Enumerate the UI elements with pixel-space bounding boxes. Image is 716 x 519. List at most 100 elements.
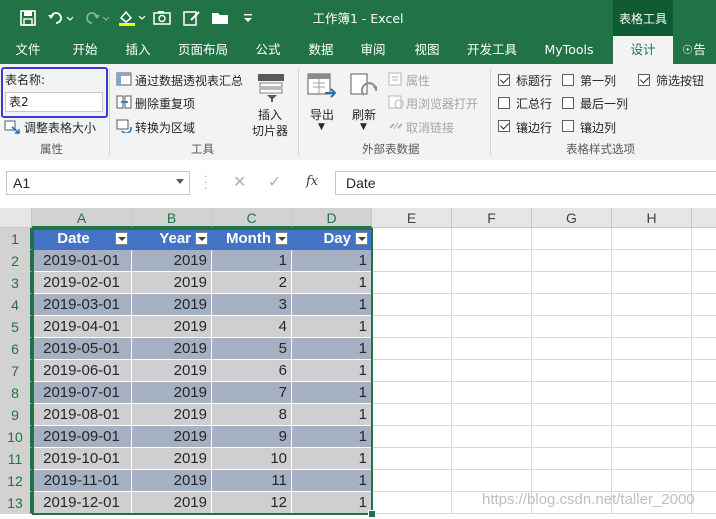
row-header[interactable]: 6 bbox=[0, 338, 32, 360]
table-cell-day[interactable]: 1 bbox=[292, 492, 372, 514]
row-header[interactable]: 4 bbox=[0, 294, 32, 316]
table-cell-day[interactable]: 1 bbox=[292, 448, 372, 470]
empty-cell[interactable] bbox=[372, 404, 452, 426]
empty-cell[interactable] bbox=[452, 404, 532, 426]
empty-cell[interactable] bbox=[532, 360, 612, 382]
empty-cell[interactable] bbox=[452, 426, 532, 448]
total-row-checkbox[interactable] bbox=[498, 97, 510, 109]
column-header-partial[interactable] bbox=[692, 208, 716, 228]
empty-cell[interactable] bbox=[452, 338, 532, 360]
empty-cell[interactable] bbox=[692, 272, 716, 294]
empty-cell[interactable] bbox=[692, 404, 716, 426]
unlink-button[interactable]: 取消链接 bbox=[406, 119, 454, 136]
empty-cell[interactable] bbox=[532, 294, 612, 316]
empty-cell[interactable] bbox=[372, 382, 452, 404]
resize-table-button[interactable]: 调整表格大小 bbox=[24, 119, 96, 136]
table-cell-date[interactable]: 2019-04-01 bbox=[32, 316, 132, 338]
empty-cell[interactable] bbox=[532, 382, 612, 404]
row-header[interactable]: 1 bbox=[0, 228, 32, 250]
filter-dropdown-icon[interactable] bbox=[195, 232, 208, 245]
table-cell-date[interactable]: 2019-03-01 bbox=[32, 294, 132, 316]
empty-cell[interactable] bbox=[532, 448, 612, 470]
empty-cell[interactable] bbox=[372, 228, 452, 250]
tab-file[interactable]: 文件 bbox=[4, 36, 52, 64]
table-cell-year[interactable]: 2019 bbox=[132, 492, 212, 514]
empty-cell[interactable] bbox=[532, 338, 612, 360]
table-header-month[interactable]: Month bbox=[212, 228, 292, 250]
filter-dropdown-icon[interactable] bbox=[115, 232, 128, 245]
table-cell-date[interactable]: 2019-01-01 bbox=[32, 250, 132, 272]
empty-cell[interactable] bbox=[692, 426, 716, 448]
empty-cell[interactable] bbox=[692, 382, 716, 404]
open-in-browser-button[interactable]: 用浏览器打开 bbox=[406, 95, 478, 112]
row-header[interactable]: 2 bbox=[0, 250, 32, 272]
table-header-day[interactable]: Day bbox=[292, 228, 372, 250]
header-row-checkbox[interactable] bbox=[498, 74, 510, 86]
empty-cell[interactable] bbox=[612, 448, 692, 470]
table-cell-day[interactable]: 1 bbox=[292, 316, 372, 338]
empty-cell[interactable] bbox=[372, 470, 452, 492]
table-cell-date[interactable]: 2019-12-01 bbox=[32, 492, 132, 514]
tab-view[interactable]: 视图 bbox=[404, 36, 450, 64]
table-cell-date[interactable]: 2019-11-01 bbox=[32, 470, 132, 492]
empty-cell[interactable] bbox=[692, 360, 716, 382]
table-cell-month[interactable]: 9 bbox=[212, 426, 292, 448]
tab-review[interactable]: 审阅 bbox=[350, 36, 396, 64]
column-header-f[interactable]: F bbox=[452, 208, 532, 228]
tab-insert[interactable]: 插入 bbox=[114, 36, 162, 64]
empty-cell[interactable] bbox=[372, 338, 452, 360]
column-header-d[interactable]: D bbox=[292, 208, 372, 228]
table-cell-month[interactable]: 5 bbox=[212, 338, 292, 360]
empty-cell[interactable] bbox=[452, 228, 532, 250]
empty-cell[interactable] bbox=[612, 228, 692, 250]
table-cell-date[interactable]: 2019-06-01 bbox=[32, 360, 132, 382]
worksheet-grid[interactable]: A B C D E F G H 1 Date Year Month Day 2 2019-0… bbox=[0, 208, 716, 519]
empty-cell[interactable] bbox=[452, 250, 532, 272]
banded-columns-checkbox[interactable] bbox=[562, 120, 574, 132]
empty-cell[interactable] bbox=[532, 426, 612, 448]
row-header[interactable]: 7 bbox=[0, 360, 32, 382]
empty-cell[interactable] bbox=[692, 250, 716, 272]
refresh-button[interactable]: 刷新 ▼ bbox=[345, 70, 385, 138]
empty-cell[interactable] bbox=[692, 470, 716, 492]
name-box[interactable]: A1 bbox=[6, 171, 190, 195]
empty-cell[interactable] bbox=[612, 316, 692, 338]
table-cell-day[interactable]: 1 bbox=[292, 426, 372, 448]
row-header[interactable]: 13 bbox=[0, 492, 32, 514]
table-cell-year[interactable]: 2019 bbox=[132, 272, 212, 294]
row-header[interactable]: 8 bbox=[0, 382, 32, 404]
tab-design[interactable]: 设计 bbox=[613, 36, 673, 64]
empty-cell[interactable] bbox=[612, 382, 692, 404]
empty-cell[interactable] bbox=[372, 272, 452, 294]
table-cell-year[interactable]: 2019 bbox=[132, 404, 212, 426]
table-cell-month[interactable]: 7 bbox=[212, 382, 292, 404]
table-cell-year[interactable]: 2019 bbox=[132, 338, 212, 360]
tab-data[interactable]: 数据 bbox=[298, 36, 344, 64]
empty-cell[interactable] bbox=[612, 404, 692, 426]
empty-cell[interactable] bbox=[612, 294, 692, 316]
last-column-checkbox[interactable] bbox=[562, 97, 574, 109]
empty-cell[interactable] bbox=[692, 228, 716, 250]
pivot-summarize-button[interactable]: 通过数据透视表汇总 bbox=[135, 72, 243, 89]
table-cell-year[interactable]: 2019 bbox=[132, 470, 212, 492]
row-header[interactable]: 5 bbox=[0, 316, 32, 338]
table-cell-month[interactable]: 1 bbox=[212, 250, 292, 272]
empty-cell[interactable] bbox=[532, 316, 612, 338]
table-header-date[interactable]: Date bbox=[32, 228, 132, 250]
empty-cell[interactable] bbox=[612, 470, 692, 492]
table-cell-month[interactable]: 3 bbox=[212, 294, 292, 316]
empty-cell[interactable] bbox=[452, 382, 532, 404]
empty-cell[interactable] bbox=[532, 272, 612, 294]
table-cell-day[interactable]: 1 bbox=[292, 272, 372, 294]
table-cell-day[interactable]: 1 bbox=[292, 338, 372, 360]
empty-cell[interactable] bbox=[532, 250, 612, 272]
column-header-a[interactable]: A bbox=[32, 208, 132, 228]
tab-home[interactable]: 开始 bbox=[60, 36, 110, 64]
insert-slicer-button[interactable]: 插入 切片器 bbox=[250, 70, 292, 138]
table-cell-year[interactable]: 2019 bbox=[132, 426, 212, 448]
formula-input[interactable]: Date bbox=[335, 171, 716, 195]
empty-cell[interactable] bbox=[372, 316, 452, 338]
empty-cell[interactable] bbox=[612, 272, 692, 294]
filter-dropdown-icon[interactable] bbox=[355, 232, 368, 245]
insert-function-icon[interactable]: fx bbox=[306, 174, 318, 189]
